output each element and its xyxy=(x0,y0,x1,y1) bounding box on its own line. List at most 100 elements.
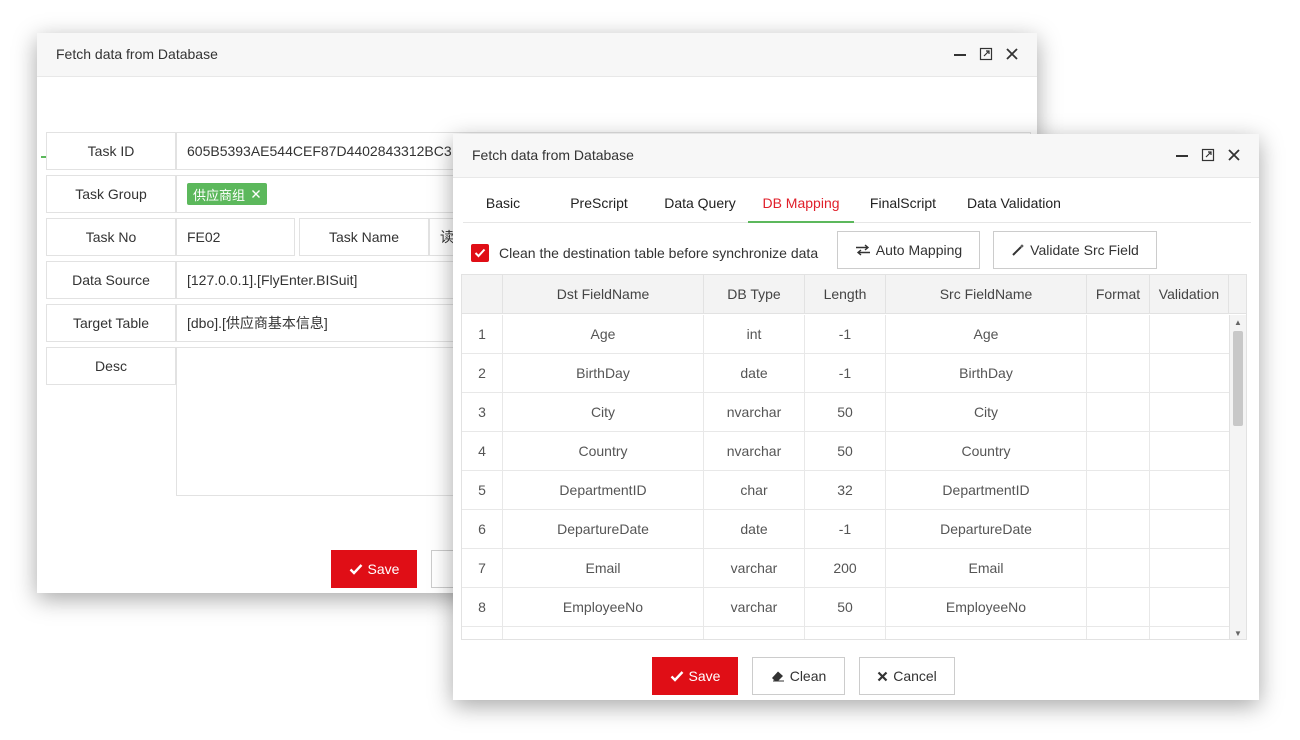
cell-src-fieldname[interactable]: DepartmentID xyxy=(886,471,1087,510)
cell-length[interactable]: -1 xyxy=(805,315,886,354)
tab-basic[interactable]: Basic xyxy=(463,185,543,223)
back-save-button[interactable]: Save xyxy=(331,550,417,588)
validate-src-field-button[interactable]: Validate Src Field xyxy=(993,231,1157,269)
tab-data-validation[interactable]: Data Validation xyxy=(959,185,1069,223)
maximize-icon[interactable] xyxy=(1199,145,1217,165)
cell-db-type[interactable]: nvarchar xyxy=(704,432,805,471)
cell-validation[interactable] xyxy=(1150,549,1230,588)
table-row[interactable]: 2 BirthDay date -1 BirthDay xyxy=(462,354,1230,393)
cell-validation[interactable] xyxy=(1150,432,1230,471)
cell-validation[interactable] xyxy=(1150,510,1230,549)
cell-src-fieldname[interactable]: Email xyxy=(886,549,1087,588)
clean-table-checkbox[interactable] xyxy=(471,244,489,262)
cell-length[interactable]: -1 xyxy=(805,510,886,549)
cell-validation[interactable] xyxy=(1150,393,1230,432)
cell-dst-fieldname[interactable]: Country xyxy=(503,432,704,471)
cell-index: 2 xyxy=(462,354,503,393)
cell-validation[interactable] xyxy=(1150,354,1230,393)
task-group-tag-label: 供应商组 xyxy=(193,187,246,203)
tab-prescript[interactable]: PreScript xyxy=(559,185,639,223)
table-row[interactable]: 1 Age int -1 Age xyxy=(462,315,1230,354)
cell-index: 1 xyxy=(462,315,503,354)
cell-db-type[interactable]: varchar xyxy=(704,588,805,627)
cell-format[interactable] xyxy=(1087,510,1150,549)
cell-src-fieldname[interactable]: City xyxy=(886,393,1087,432)
cell-src-fieldname[interactable]: Country xyxy=(886,432,1087,471)
cell-db-type[interactable]: char xyxy=(704,471,805,510)
cell-validation[interactable] xyxy=(1150,315,1230,354)
grid-header-src-fieldname[interactable]: Src FieldName xyxy=(886,275,1087,314)
cell-db-type[interactable]: varchar xyxy=(704,549,805,588)
cell-dst-fieldname[interactable]: DepartmentID xyxy=(503,471,704,510)
cell-length[interactable]: 50 xyxy=(805,393,886,432)
cell-format[interactable] xyxy=(1087,432,1150,471)
cell-dst-fieldname[interactable]: Age xyxy=(503,315,704,354)
minimize-icon[interactable] xyxy=(951,44,969,64)
back-dialog-titlebar[interactable]: Fetch data from Database xyxy=(37,33,1037,77)
close-icon[interactable] xyxy=(1003,44,1021,64)
save-button[interactable]: Save xyxy=(652,657,738,695)
cell-format[interactable] xyxy=(1087,393,1150,432)
minimize-icon[interactable] xyxy=(1173,145,1191,165)
task-group-tag: 供应商组 xyxy=(187,183,268,205)
cell-src-fieldname[interactable]: EmployeeNo xyxy=(886,588,1087,627)
table-row[interactable]: 7 Email varchar 200 Email xyxy=(462,549,1230,588)
cancel-button[interactable]: Cancel xyxy=(859,657,955,695)
maximize-icon[interactable] xyxy=(977,44,995,64)
cell-src-fieldname[interactable]: Age xyxy=(886,315,1087,354)
close-icon[interactable] xyxy=(1225,145,1243,165)
cell-src-fieldname[interactable]: BirthDay xyxy=(886,354,1087,393)
back-save-label: Save xyxy=(367,561,400,577)
tab-data-query[interactable]: Data Query xyxy=(656,185,744,223)
cell-src-fieldname[interactable]: DepartureDate xyxy=(886,510,1087,549)
cell-length[interactable]: 32 xyxy=(805,471,886,510)
grid-header-dst-fieldname[interactable]: Dst FieldName xyxy=(503,275,704,314)
cell-length[interactable]: 200 xyxy=(805,549,886,588)
cell-db-type[interactable]: date xyxy=(704,510,805,549)
tab-db-mapping[interactable]: DB Mapping xyxy=(748,185,854,223)
cell-dst-fieldname[interactable]: DepartureDate xyxy=(503,510,704,549)
grid-header-db-type[interactable]: DB Type xyxy=(704,275,805,314)
table-row[interactable]: 6 DepartureDate date -1 DepartureDate xyxy=(462,510,1230,549)
cell-db-type[interactable]: nvarchar xyxy=(704,393,805,432)
tab-finalscript[interactable]: FinalScript xyxy=(862,185,944,223)
grid-header-index xyxy=(462,275,503,314)
cell-length[interactable]: -1 xyxy=(805,354,886,393)
scrollbar-thumb[interactable] xyxy=(1233,331,1243,426)
cell-format[interactable] xyxy=(1087,471,1150,510)
cell-dst-fieldname[interactable]: BirthDay xyxy=(503,354,704,393)
scroll-down-icon[interactable]: ▼ xyxy=(1234,629,1242,638)
grid-header-validation[interactable]: Validation xyxy=(1150,275,1229,314)
table-row[interactable]: 5 DepartmentID char 32 DepartmentID xyxy=(462,471,1230,510)
front-dialog-titlebar[interactable]: Fetch data from Database xyxy=(453,134,1259,178)
clean-button[interactable]: Clean xyxy=(752,657,845,695)
cell-validation[interactable] xyxy=(1150,471,1230,510)
tag-remove-icon[interactable] xyxy=(251,189,261,199)
task-no-field[interactable]: FE02 xyxy=(176,218,295,256)
auto-mapping-button[interactable]: Auto Mapping xyxy=(837,231,980,269)
cell-length[interactable]: 50 xyxy=(805,432,886,471)
cell-format[interactable] xyxy=(1087,549,1150,588)
cell-dst-fieldname[interactable]: Email xyxy=(503,549,704,588)
table-row[interactable]: 4 Country nvarchar 50 Country xyxy=(462,432,1230,471)
table-row[interactable]: 3 City nvarchar 50 City xyxy=(462,393,1230,432)
task-no-label: Task No xyxy=(46,218,176,256)
grid-header-length[interactable]: Length xyxy=(805,275,886,314)
validate-src-field-label: Validate Src Field xyxy=(1030,242,1139,258)
cell-dst-fieldname[interactable]: City xyxy=(503,393,704,432)
task-name-label: Task Name xyxy=(299,218,429,256)
scroll-up-icon[interactable]: ▲ xyxy=(1234,318,1242,327)
cell-dst-fieldname[interactable]: EmployeeNo xyxy=(503,588,704,627)
cell-length[interactable]: 50 xyxy=(805,588,886,627)
table-row[interactable] xyxy=(462,627,1230,639)
grid-scrollbar[interactable]: ▲ ▼ xyxy=(1229,315,1246,639)
table-row[interactable]: 8 EmployeeNo varchar 50 EmployeeNo xyxy=(462,588,1230,627)
grid-header-format[interactable]: Format xyxy=(1087,275,1150,314)
cell-format[interactable] xyxy=(1087,354,1150,393)
cell-db-type[interactable]: int xyxy=(704,315,805,354)
cell-format[interactable] xyxy=(1087,315,1150,354)
cell-validation[interactable] xyxy=(1150,588,1230,627)
cell-db-type[interactable]: date xyxy=(704,354,805,393)
cell-format[interactable] xyxy=(1087,588,1150,627)
cell-index: 6 xyxy=(462,510,503,549)
